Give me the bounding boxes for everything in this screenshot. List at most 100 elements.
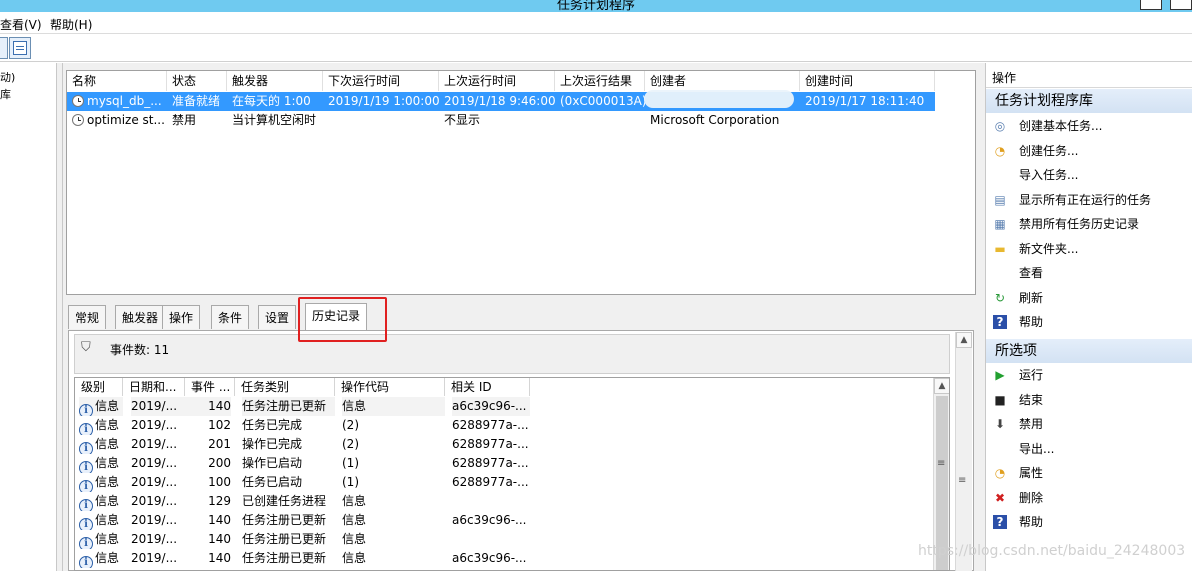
event-opcode: (2): [342, 437, 359, 451]
col-trigger[interactable]: 触发器: [227, 71, 323, 91]
event-category: 操作已完成: [242, 437, 303, 451]
action-item[interactable]: ▤ 显示所有正在运行的任务: [986, 188, 1192, 212]
event-row[interactable]: i 信息 2019/... 100 任务已启动 (1) 6288977a-...: [75, 473, 933, 492]
task-last-run: 2019/1/18 9:46:00: [444, 94, 555, 108]
action-item[interactable]: ▶ 运行: [986, 363, 1192, 387]
col-next-run[interactable]: 下次运行时间: [323, 71, 439, 91]
event-row[interactable]: i 信息 2019/... 200 操作已启动 (1) 6288977a-...: [75, 454, 933, 473]
event-row[interactable]: i 信息 2019/... 102 任务已完成 (2) 6288977a-...: [75, 416, 933, 435]
tree-item[interactable]: 动): [0, 69, 15, 85]
menu-view[interactable]: 查看(V): [0, 16, 42, 33]
action-item[interactable]: ? 帮助: [986, 310, 1192, 334]
maximize-button[interactable]: [1170, 0, 1192, 10]
col-related-id[interactable]: 相关 ID: [445, 378, 530, 396]
event-level: 信息: [95, 399, 120, 413]
event-row[interactable]: i 信息 2019/... 140 任务注册已更新 信息: [75, 530, 933, 549]
tab-triggers[interactable]: 触发器: [115, 305, 166, 329]
action-item[interactable]: ⬇ 禁用: [986, 412, 1192, 436]
col-opcode[interactable]: 操作代码: [335, 378, 445, 396]
action-item[interactable]: ▦ 禁用所有任务历史记录: [986, 212, 1192, 236]
scroll-up-icon[interactable]: ▲: [956, 332, 972, 348]
event-level-cell: i 信息: [79, 397, 123, 416]
action-item[interactable]: ◎ 创建基本任务...: [986, 114, 1192, 138]
pane-icon: [13, 41, 27, 55]
col-task-category[interactable]: 任务类别: [235, 378, 335, 396]
blank-icon: [993, 168, 1007, 182]
event-opcode: (1): [342, 456, 359, 470]
action-item[interactable]: ◔ 属性: [986, 461, 1192, 485]
event-count: 事件数: 11: [110, 343, 170, 357]
col-last-result[interactable]: 上次运行结果: [555, 71, 645, 91]
event-category: 任务注册已更新: [242, 397, 335, 416]
action-item[interactable]: ◔ 创建任务...: [986, 139, 1192, 163]
event-level-cell: i 信息: [79, 473, 123, 492]
section-selected-item[interactable]: 所选项: [986, 339, 1192, 363]
col-author[interactable]: 创建者: [645, 71, 800, 91]
tab-conditions[interactable]: 条件: [211, 305, 250, 329]
event-category: 任务注册已更新: [242, 551, 327, 565]
task-trigger: 在每天的 1:00: [232, 94, 311, 108]
right-splitter[interactable]: [977, 63, 985, 571]
task-next-run: 2019/1/19 1:00:00: [328, 94, 439, 108]
event-date: 2019/...: [131, 494, 178, 508]
event-event-id: 102: [208, 418, 231, 432]
col-name[interactable]: 名称: [67, 71, 167, 91]
event-date: 2019/...: [131, 437, 178, 451]
tab-settings[interactable]: 设置: [258, 305, 297, 329]
action-item[interactable]: ? 帮助: [986, 510, 1192, 534]
tab-general[interactable]: 常规: [68, 305, 107, 329]
event-related-id: 6288977a-...: [452, 456, 529, 470]
event-row[interactable]: i 信息 2019/... 201 操作已完成 (2) 6288977a-...: [75, 435, 933, 454]
col-date[interactable]: 日期和...: [123, 378, 185, 396]
help-icon: ?: [993, 515, 1007, 529]
actions-pane-title: 操作: [986, 68, 1192, 88]
scroll-up-icon[interactable]: ▲: [934, 378, 949, 394]
event-date: 2019/...: [131, 551, 178, 565]
minimize-button[interactable]: [1140, 0, 1162, 10]
col-created[interactable]: 创建时间: [800, 71, 935, 91]
event-row[interactable]: i 信息 2019/... 140 任务注册已更新 信息 a6c39c96-...: [75, 511, 933, 530]
action-item[interactable]: ■ 结束: [986, 388, 1192, 412]
tab-actions[interactable]: 操作: [162, 305, 201, 329]
task-row[interactable]: mysql_db_... 准备就绪 在每天的 1:00 2019/1/19 1:…: [67, 92, 935, 111]
section-task-library[interactable]: 任务计划程序库: [986, 89, 1192, 113]
menu-help[interactable]: 帮助(H): [50, 16, 92, 33]
event-level: 信息: [95, 456, 120, 470]
event-related-id: 6288977a-...: [452, 437, 529, 451]
info-icon: i: [79, 518, 93, 530]
refresh-icon: ↻: [994, 290, 1006, 305]
info-icon: i: [79, 499, 93, 511]
action-item[interactable]: ↻ 刷新: [986, 286, 1192, 310]
col-last-run[interactable]: 上次运行时间: [439, 71, 555, 91]
event-row[interactable]: i 信息 2019/... 140 任务注册已更新 信息 a6c39c96-...: [75, 397, 933, 416]
event-opcode: 信息: [342, 494, 367, 508]
event-row[interactable]: i 信息 2019/... 129 已创建任务进程 信息: [75, 492, 933, 511]
show-tree-button[interactable]: [0, 37, 8, 59]
folder-icon: ▬: [994, 241, 1006, 256]
task-name: optimize st...: [87, 113, 165, 127]
action-item[interactable]: 导入任务...: [986, 163, 1192, 187]
col-level[interactable]: 级别: [75, 378, 123, 396]
action-item[interactable]: 导出...: [986, 437, 1192, 461]
action-label: 显示所有正在运行的任务: [1019, 192, 1152, 207]
col-status[interactable]: 状态: [167, 71, 227, 91]
action-label: 属性: [1019, 466, 1044, 480]
tree-item-library[interactable]: 库: [0, 86, 11, 102]
action-label: 查看: [1019, 266, 1044, 280]
action-item[interactable]: ▬ 新文件夹...: [986, 237, 1192, 261]
event-row[interactable]: i 信息 2019/... 140 任务注册已更新 信息 a6c39c96-...: [75, 549, 933, 568]
event-related-id: a6c39c96-...: [452, 397, 530, 416]
action-label: 禁用: [1019, 417, 1044, 431]
action-item[interactable]: 查看: [986, 261, 1192, 285]
history-panel-scrollbar[interactable]: ▲: [955, 332, 972, 571]
col-event-id[interactable]: 事件 ...: [185, 378, 235, 396]
filter-icon[interactable]: ⛉: [81, 340, 91, 355]
title-bar: 任务计划程序: [0, 0, 1192, 12]
task-row[interactable]: optimize st... 禁用 当计算机空闲时 不显示 Microsoft …: [67, 111, 935, 130]
action-label: 导出...: [1019, 441, 1055, 456]
task-name: mysql_db_...: [87, 94, 162, 108]
event-date: 2019/...: [131, 475, 178, 489]
action-item[interactable]: ✖ 删除: [986, 486, 1192, 510]
event-event-id: 201: [208, 437, 231, 451]
show-action-pane-button[interactable]: [9, 37, 31, 59]
